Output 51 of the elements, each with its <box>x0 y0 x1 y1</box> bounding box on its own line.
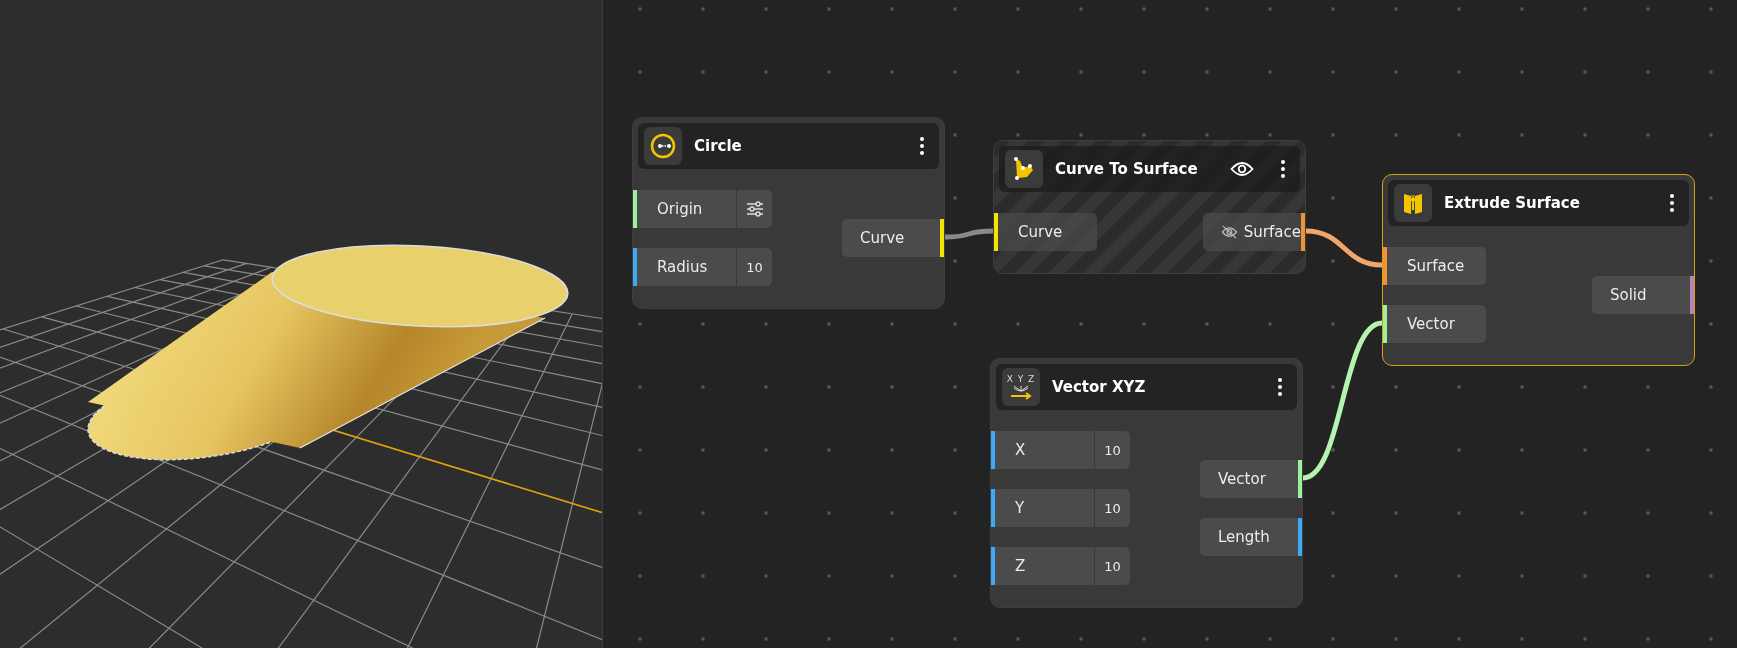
socket-label: X <box>1015 441 1026 459</box>
node-title: Circle <box>694 137 743 155</box>
node-card[interactable]: Circle Origin Radius 10 Curve <box>632 117 945 309</box>
extruded-cylinder-drawing[interactable] <box>87 244 569 461</box>
axis-letters: X Y Z <box>1006 374 1036 384</box>
socket-label: Curve <box>860 229 905 247</box>
port-marker[interactable] <box>991 489 995 527</box>
wire <box>942 228 996 240</box>
port-marker[interactable] <box>940 219 944 257</box>
node-card[interactable]: Extrude Surface Surface Vector Solid <box>1382 174 1695 366</box>
port-marker[interactable] <box>633 190 637 228</box>
port-marker[interactable] <box>1298 460 1302 498</box>
axes-arrow-icon <box>1008 383 1034 400</box>
port-marker[interactable] <box>1383 305 1387 343</box>
settings-button[interactable] <box>737 190 772 228</box>
socket-label: Origin <box>657 200 703 218</box>
more-options-icon[interactable] <box>1277 377 1283 397</box>
value-field[interactable]: 10 <box>1095 431 1130 469</box>
socket-label: Radius <box>657 258 708 276</box>
more-options-icon[interactable] <box>1669 193 1675 213</box>
node-card[interactable]: Curve To Surface Curve Surface <box>993 140 1306 274</box>
socket-label: Vector <box>1218 470 1266 488</box>
value-field[interactable]: 10 <box>1095 489 1130 527</box>
port-marker[interactable] <box>991 547 995 585</box>
node-title: Extrude Surface <box>1444 194 1581 212</box>
socket-label: Surface <box>1243 223 1301 241</box>
port-marker[interactable] <box>1298 518 1302 556</box>
eye-off-icon[interactable] <box>1221 224 1238 240</box>
node-card[interactable]: X Y Z Vector XYZ X 10 Y 10 Z 10 Vector Length <box>990 358 1303 608</box>
sliders-icon <box>745 201 764 217</box>
socket-label: Surface <box>1407 257 1465 275</box>
socket-label: Length <box>1218 528 1270 546</box>
value-field[interactable]: 10 <box>737 248 772 286</box>
node-title: Vector XYZ <box>1052 378 1147 396</box>
more-options-icon[interactable] <box>1280 159 1286 179</box>
port-marker[interactable] <box>1690 276 1694 314</box>
3d-viewport[interactable] <box>0 0 603 648</box>
port-marker[interactable] <box>1383 247 1387 285</box>
socket-label: Vector <box>1407 315 1455 333</box>
port-marker[interactable] <box>633 248 637 286</box>
node-title: Curve To Surface <box>1055 160 1199 178</box>
socket-label: Curve <box>1018 223 1063 241</box>
port-marker[interactable] <box>991 431 995 469</box>
port-marker[interactable] <box>994 213 998 251</box>
eye-icon[interactable] <box>1230 161 1254 177</box>
port-marker[interactable] <box>1301 213 1305 251</box>
socket-label: Z <box>1015 557 1026 575</box>
socket-label: Y <box>1015 499 1025 517</box>
value-field[interactable]: 10 <box>1095 547 1130 585</box>
socket-label: Solid <box>1610 286 1647 304</box>
more-options-icon[interactable] <box>919 136 925 156</box>
